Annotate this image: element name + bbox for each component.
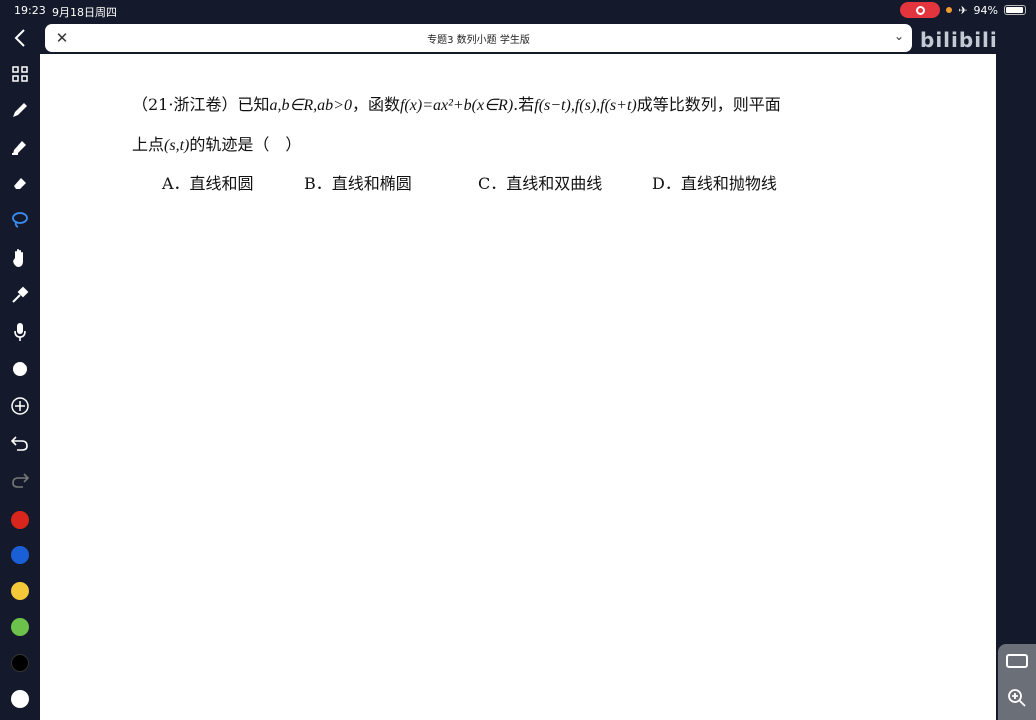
color-swatch-green[interactable] (11, 618, 29, 636)
math-sequence: f(s−t),f(s),f(s+t) (534, 97, 637, 114)
bilibili-watermark: bilibili (920, 26, 1030, 54)
shape-icon[interactable] (0, 354, 40, 382)
option-b: B．直线和椭圆 (304, 174, 412, 193)
question-text: 成等比数列，则平面 (636, 95, 781, 114)
status-right: ✈ 94% (900, 2, 1026, 18)
tool-sidebar (0, 22, 40, 720)
question-text: 上点 (132, 135, 165, 154)
keyboard-icon[interactable] (1006, 654, 1028, 668)
math-condition: a,b∈R,ab>0 (269, 97, 352, 114)
pen-icon[interactable] (0, 96, 40, 124)
question-line-1: （21·浙江卷）已知a,b∈R,ab>0，函数f(x)=ax²+b(x∈R).若… (132, 91, 781, 115)
watermark-text: bilibili (920, 28, 998, 52)
battery-icon (1004, 5, 1026, 15)
question-source: （21·浙江卷）已知 (132, 95, 270, 114)
document-tab-bar: ✕ 专题3 数列小题 学生版 ⌄ (45, 24, 912, 52)
question-text: 的轨迹是（ ） (189, 135, 302, 154)
mic-indicator-icon (946, 7, 953, 13)
status-bar: 19:23 9月18日周四 ✈ 94% (0, 0, 1036, 22)
mic-icon[interactable] (0, 318, 40, 346)
option-c: C．直线和双曲线 (478, 174, 603, 193)
pipette-icon[interactable] (0, 281, 40, 309)
chevron-down-icon[interactable]: ⌄ (894, 29, 904, 43)
floating-widget (998, 644, 1036, 720)
question-line-2: 上点(s,t)的轨迹是（ ） (132, 131, 301, 155)
question-text: .若 (513, 95, 535, 114)
document-page[interactable]: （21·浙江卷）已知a,b∈R,ab>0，函数f(x)=ax²+b(x∈R).若… (40, 54, 996, 720)
grid-icon[interactable] (0, 60, 40, 88)
battery-percent: 94% (973, 3, 998, 17)
color-swatch-blue[interactable] (11, 546, 29, 564)
document-title: 专题3 数列小题 学生版 (427, 35, 530, 46)
color-swatch-yellow[interactable] (11, 582, 29, 600)
option-d: D．直线和抛物线 (652, 174, 777, 193)
math-point: (s,t) (164, 137, 190, 154)
question-text: ，函数 (351, 95, 400, 114)
color-swatch-black[interactable] (11, 654, 29, 672)
eraser-icon[interactable] (0, 169, 40, 197)
color-swatch-white[interactable] (11, 690, 29, 708)
status-date: 9月18日周四 (52, 6, 117, 19)
color-swatch-red[interactable] (11, 511, 29, 529)
option-a: A．直线和圆 (162, 174, 254, 193)
hand-icon[interactable] (0, 244, 40, 272)
highlighter-icon[interactable] (0, 133, 40, 161)
undo-icon[interactable] (0, 429, 40, 457)
back-icon[interactable] (0, 24, 40, 52)
lasso-icon[interactable] (0, 206, 40, 234)
zoom-icon[interactable] (1007, 688, 1027, 712)
math-function: f(x)=ax²+b(x∈R) (399, 97, 514, 114)
redo-icon[interactable] (0, 466, 40, 494)
status-time: 19:23 (14, 4, 46, 17)
add-icon[interactable] (0, 392, 40, 420)
screen-record-icon[interactable] (900, 2, 941, 18)
airplane-icon: ✈ (958, 3, 968, 17)
